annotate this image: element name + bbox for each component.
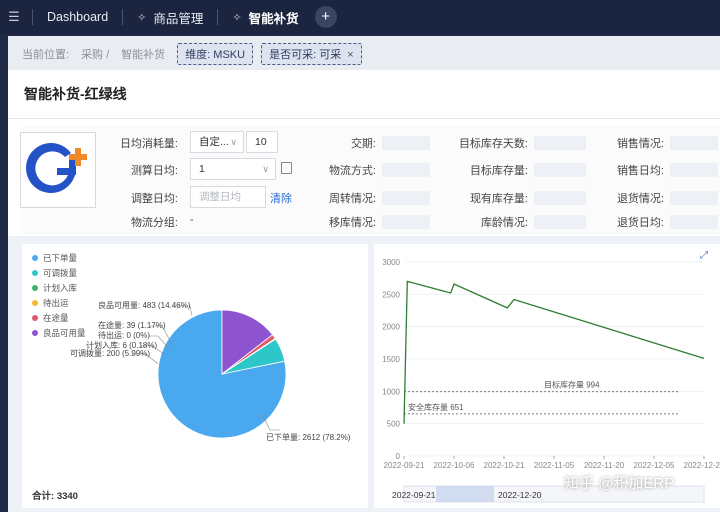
tab-label: 智能补货 (248, 11, 299, 26)
lead-time-label: 交期: (350, 138, 376, 150)
x-tick-label: 2022-11-20 (584, 461, 625, 470)
target-stock-label: 目标库存量 994 (544, 380, 600, 390)
slice-label: 已下单量: 2612 (78.2%) (266, 432, 351, 442)
adjust-daily-label: 调整日均: (130, 193, 178, 205)
replenishment-dialog: 智能补货-红绿线 日均消耗量: 自定... ∨ 10 测算日均: 1 ∨ 调整日均:… (8, 70, 720, 512)
slice-label: 良品可用量: 483 (14.46%) (98, 300, 191, 310)
breadcrumb-item[interactable]: 采购 / (81, 46, 109, 62)
zoom-end-label: 2022-12-20 (498, 490, 542, 500)
add-tab-button[interactable]: + (314, 6, 337, 28)
x-tick-label: 2022-12-05 (634, 461, 675, 470)
y-tick-label: 3000 (382, 258, 400, 267)
chevron-down-icon: ∨ (230, 137, 237, 147)
adjust-daily-input[interactable]: 调整日均 (190, 186, 266, 208)
returns-daily-value (670, 215, 718, 229)
filter-tag-dimension[interactable]: 维度: MSKU (177, 43, 254, 65)
breadcrumb-item[interactable]: 智能补货 (121, 46, 165, 62)
returns-daily-label: 退货日均: (616, 217, 664, 229)
y-tick-label: 500 (387, 420, 401, 429)
breadcrumb: 当前位置: 采购 / 智能补货 维度: MSKU 是否可采: 可采 × (8, 36, 720, 72)
sales-label: 销售情况: (616, 138, 664, 150)
x-tick-label: 2022-10-06 (434, 461, 475, 470)
stock-age-value (534, 215, 586, 229)
turnover-label: 周转情况: (328, 193, 376, 205)
x-tick-label: 2022-12-20 (684, 461, 720, 470)
tab-label: 商品管理 (153, 11, 204, 26)
close-icon[interactable]: × (347, 49, 353, 61)
returns-value (670, 191, 718, 205)
returns-label: 退货情况: (616, 193, 664, 205)
target-days-value (534, 136, 586, 150)
x-tick-label: 2022-09-21 (384, 461, 425, 470)
product-logo (20, 132, 96, 208)
total-label: 合计: 3340 (32, 491, 78, 502)
current-stock-value (534, 191, 586, 205)
pie-chart: 良品可用量: 483 (14.46%) 在途量: 39 (1.17%) 待出运:… (70, 300, 351, 442)
tab-product-management[interactable]: ✧ 商品管理 (127, 0, 213, 34)
x-tick-label: 2022-11-05 (534, 461, 575, 470)
transfer-label: 移库情况: (328, 217, 376, 229)
calc-daily-select[interactable]: 1 ∨ (190, 158, 276, 180)
slice-label: 可调拨量: 200 (5.99%) (70, 348, 150, 358)
tab-label: Dashboard (47, 10, 109, 24)
parameter-form: 日均消耗量: 自定... ∨ 10 测算日均: 1 ∨ 调整日均: 调整日均 清除 … (20, 126, 720, 234)
watermark: 知乎 @积加ERP (564, 475, 675, 492)
line-chart: 0 500 1000 1500 2000 2500 3000 2022-09-21 2022-… (382, 258, 720, 503)
tab-dashboard[interactable]: Dashboard (37, 0, 118, 34)
turnover-value (382, 191, 430, 205)
shipping-method-label: 物流方式: (328, 165, 376, 177)
stock-age-label: 库龄情况: (480, 217, 528, 229)
logistics-group-label: 物流分组: (130, 217, 178, 229)
line-chart-panel: ⤢ 0 500 1000 1500 2000 2500 3000 2022-09-21 202… (374, 244, 720, 508)
logistics-group-value: - (190, 214, 194, 226)
slice-label: 待出运: 0 (0%) (98, 330, 150, 340)
chevron-down-icon: ∨ (262, 164, 269, 174)
zoom-start-label: 2022-09-21 (392, 490, 436, 500)
pin-icon[interactable]: ✧ (232, 11, 241, 24)
sales-value (670, 136, 718, 150)
y-tick-label: 1000 (382, 387, 400, 396)
target-days-label: 目标库存天数: (458, 138, 528, 150)
y-tick-label: 2500 (382, 290, 400, 299)
y-tick-label: 2000 (382, 323, 400, 332)
charts-area: 已下单量 可调拨量 计划入库 待出运 在途量 良品可用量 良品可用量: 483 … (8, 236, 720, 512)
shipping-method-value (382, 163, 430, 177)
pin-icon[interactable]: ✧ (137, 11, 146, 24)
top-tab-bar: ☰ Dashboard ✧ 商品管理 ✧ 智能补货 + (0, 0, 720, 34)
calc-daily-label: 测算日均: (130, 165, 178, 177)
clear-button[interactable]: 清除 (270, 190, 292, 206)
slice-label: 在途量: 39 (1.17%) (98, 320, 166, 330)
target-stock-label: 目标库存量: (469, 165, 528, 177)
y-tick-label: 0 (396, 452, 401, 461)
lead-time-value (382, 136, 430, 150)
daily-consumption-input[interactable]: 10 (246, 131, 278, 153)
x-tick-label: 2022-10-21 (484, 461, 525, 470)
zoom-slider-window[interactable] (436, 486, 494, 502)
sales-daily-value (670, 163, 718, 177)
transfer-value (382, 215, 430, 229)
daily-consumption-label: 日均消耗量: (119, 138, 178, 150)
menu-icon[interactable]: ☰ (0, 9, 28, 25)
sales-daily-label: 销售日均: (616, 165, 664, 177)
y-tick-label: 1500 (382, 355, 400, 364)
current-stock-label: 现有库存量: (469, 193, 528, 205)
calculator-icon[interactable] (281, 162, 292, 174)
consumption-mode-select[interactable]: 自定... ∨ (190, 131, 244, 153)
safety-stock-label: 安全库存量 651 (408, 402, 464, 412)
breadcrumb-prefix: 当前位置: (22, 49, 70, 61)
filter-tag-purchasable[interactable]: 是否可采: 可采 × (261, 43, 362, 65)
target-stock-value (534, 163, 586, 177)
pie-chart-panel: 已下单量 可调拨量 计划入库 待出运 在途量 良品可用量 良品可用量: 483 … (22, 244, 368, 508)
tab-smart-replenishment[interactable]: ✧ 智能补货 (222, 0, 308, 34)
dialog-title: 智能补货-红绿线 (24, 86, 127, 102)
